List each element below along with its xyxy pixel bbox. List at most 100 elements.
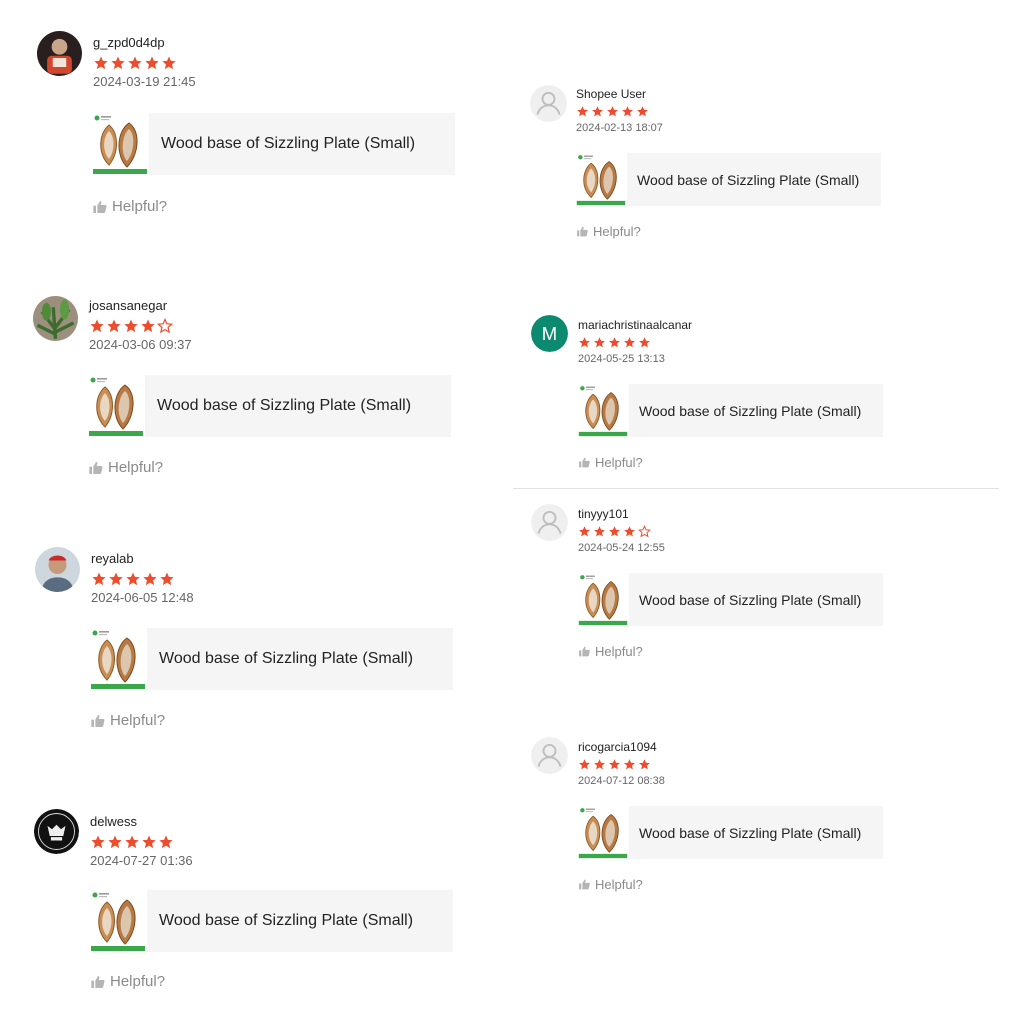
product-card[interactable]: Wood base of Sizzling Plate (Small) [91, 113, 455, 175]
star-rating [89, 318, 192, 334]
helpful-label: Helpful? [593, 224, 641, 239]
helpful-label: Helpful? [595, 877, 643, 892]
helpful-button[interactable]: Helpful? [576, 224, 641, 239]
avatar[interactable] [35, 547, 80, 592]
letter-avatar[interactable]: M [531, 315, 568, 352]
star-empty-icon [157, 318, 173, 334]
product-card[interactable]: Wood base of Sizzling Plate (Small) [577, 806, 883, 859]
username[interactable]: g_zpd0d4dp [93, 35, 196, 51]
product-card[interactable]: Wood base of Sizzling Plate (Small) [577, 573, 883, 626]
review-meta: ricogarcia1094 2024-07-12 08:38 [578, 740, 665, 788]
username[interactable]: tinyyy101 [578, 507, 665, 521]
star-filled-icon [623, 758, 636, 771]
avatar-letter-icon: M [531, 315, 568, 352]
helpful-label: Helpful? [112, 198, 168, 215]
review-date: 2024-05-25 13:13 [578, 353, 665, 365]
star-filled-icon [90, 834, 106, 850]
product-card[interactable]: Wood base of Sizzling Plate (Small) [89, 890, 453, 952]
helpful-button[interactable]: Helpful? [88, 459, 163, 476]
username[interactable]: josansanegar [89, 298, 192, 314]
avatar[interactable] [37, 31, 82, 76]
star-filled-icon [578, 525, 591, 538]
username[interactable]: delwess [90, 814, 193, 830]
helpful-label: Helpful? [110, 973, 166, 990]
helpful-button[interactable]: Helpful? [90, 712, 165, 729]
review-meta: delwess 2024-07-27 01:36 [90, 814, 193, 869]
thumbs-up-icon [579, 646, 590, 657]
thumbs-up-icon [577, 226, 588, 237]
svg-text:M: M [542, 323, 557, 344]
star-rating [90, 834, 193, 850]
username[interactable]: mariachristinaalcanar [578, 318, 692, 332]
star-filled-icon [593, 336, 606, 349]
star-filled-icon [638, 758, 651, 771]
helpful-button[interactable]: Helpful? [578, 455, 643, 470]
review-date: 2024-07-27 01:36 [90, 853, 193, 868]
username[interactable]: ricogarcia1094 [578, 740, 665, 754]
helpful-label: Helpful? [110, 712, 166, 729]
star-rating [578, 336, 692, 349]
star-rating [578, 525, 665, 538]
star-filled-icon [636, 105, 649, 118]
product-name: Wood base of Sizzling Plate (Small) [157, 397, 412, 414]
star-filled-icon [576, 105, 589, 118]
product-thumbnail [577, 806, 629, 859]
review-meta: reyalab 2024-06-05 12:48 [91, 551, 194, 606]
star-filled-icon [158, 834, 174, 850]
star-filled-icon [141, 834, 157, 850]
photo-person-icon [35, 547, 80, 592]
star-filled-icon [123, 318, 139, 334]
avatar[interactable] [530, 85, 567, 122]
reviews-canvas: g_zpd0d4dp 2024-03-19 21:45 Wood base of S… [0, 0, 1024, 1024]
product-name: Wood base of Sizzling Plate (Small) [159, 912, 414, 929]
avatar[interactable] [34, 809, 79, 854]
product-image-icon [89, 628, 147, 690]
product-name: Wood base of Sizzling Plate (Small) [161, 135, 416, 152]
photo-logo-icon [34, 809, 79, 854]
star-filled-icon [144, 55, 160, 71]
product-thumbnail [91, 113, 149, 175]
avatar[interactable] [531, 737, 568, 774]
star-filled-icon [89, 318, 105, 334]
avatar[interactable] [33, 296, 78, 341]
default-user-icon [530, 85, 567, 122]
product-name: Wood base of Sizzling Plate (Small) [637, 171, 860, 188]
product-thumbnail [89, 628, 147, 690]
review-meta: g_zpd0d4dp 2024-03-19 21:45 [93, 35, 196, 90]
star-rating [91, 571, 194, 587]
username[interactable]: reyalab [91, 551, 194, 567]
star-filled-icon [93, 55, 109, 71]
star-filled-icon [608, 525, 621, 538]
star-filled-icon [578, 758, 591, 771]
star-filled-icon [593, 758, 606, 771]
thumbs-up-icon [579, 879, 590, 890]
avatar[interactable] [531, 504, 568, 541]
product-thumbnail [575, 153, 627, 206]
product-thumbnail [87, 375, 145, 437]
star-filled-icon [142, 571, 158, 587]
thumbs-up-icon [93, 200, 107, 213]
product-name: Wood base of Sizzling Plate (Small) [639, 591, 862, 608]
default-user-icon [531, 737, 568, 774]
star-filled-icon [621, 105, 634, 118]
star-empty-icon [638, 525, 651, 538]
thumbs-up-icon [91, 975, 105, 988]
star-filled-icon [127, 55, 143, 71]
review-date: 2024-03-19 21:45 [93, 74, 196, 89]
product-card[interactable]: Wood base of Sizzling Plate (Small) [575, 153, 881, 206]
helpful-label: Helpful? [595, 455, 643, 470]
username[interactable]: Shopee User [576, 87, 663, 101]
helpful-button[interactable]: Helpful? [92, 198, 167, 215]
product-card[interactable]: Wood base of Sizzling Plate (Small) [87, 375, 451, 437]
helpful-button[interactable]: Helpful? [90, 973, 165, 990]
helpful-button[interactable]: Helpful? [578, 644, 643, 659]
product-card[interactable]: Wood base of Sizzling Plate (Small) [89, 628, 453, 690]
star-filled-icon [593, 525, 606, 538]
helpful-button[interactable]: Helpful? [578, 877, 643, 892]
default-user-icon [531, 504, 568, 541]
product-card[interactable]: Wood base of Sizzling Plate (Small) [577, 384, 883, 437]
product-image-icon [577, 384, 629, 437]
star-filled-icon [110, 55, 126, 71]
product-image-icon [89, 890, 147, 952]
review-meta: josansanegar 2024-03-06 09:37 [89, 298, 192, 353]
